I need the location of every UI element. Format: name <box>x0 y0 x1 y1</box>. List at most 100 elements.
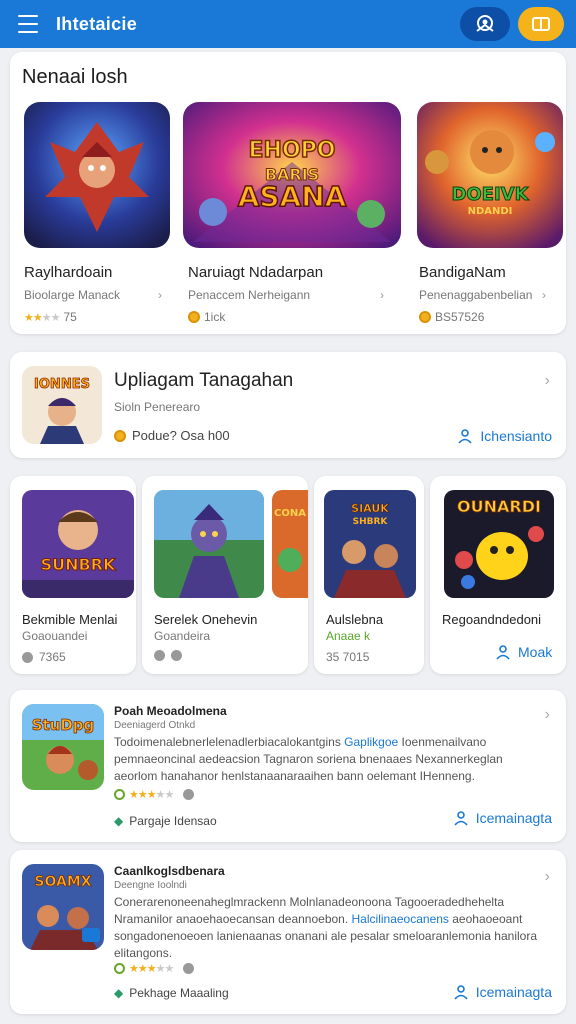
app-title: Ihtetaicie <box>56 13 138 34</box>
menu-icon <box>18 12 38 36</box>
game-rating: 1ick <box>188 310 225 324</box>
list-item[interactable]: SOAMX Caanlkoglsdbenara Deengne Ioolndi … <box>10 850 566 1014</box>
game-subtitle: Anaae k <box>326 629 371 643</box>
svg-text:SUNBRK: SUNBRK <box>41 555 116 574</box>
promo-icon: IONNES <box>22 366 102 444</box>
coin-icon <box>114 429 126 442</box>
promo-subtitle: Sioln Penerearo <box>114 400 201 414</box>
game-meta <box>154 650 182 661</box>
user-add-icon <box>458 429 472 444</box>
list-action-button[interactable]: Icemainagta <box>454 984 552 1000</box>
chevron-right-icon: › <box>544 706 550 723</box>
rating-count: 1ick <box>204 310 226 324</box>
library-icon <box>532 17 550 31</box>
app-icon: SOAMX <box>22 864 104 950</box>
coin-icon <box>188 311 200 323</box>
rating-count: BS57526 <box>435 310 485 324</box>
game-art: OUNARDI <box>444 490 554 598</box>
svg-text:CONA: CONA <box>274 508 306 519</box>
game-tile[interactable]: SUNBRK Bekmible Menlai Goaouandei 7365 <box>10 476 136 674</box>
app-bar: Ihtetaicie <box>0 0 576 48</box>
rating-badge-icon <box>114 789 125 800</box>
tag-icon: ◆ <box>114 986 124 1000</box>
user-add-icon <box>496 645 510 660</box>
game-title: Serelek Onehevin <box>154 612 258 627</box>
game-art: SUNBRK <box>22 490 134 598</box>
game-title: BandigaNam <box>419 264 506 281</box>
svg-text:IONNES: IONNES <box>34 377 90 392</box>
app-title: Caanlkoglsdbenara <box>114 864 225 878</box>
app-title: Poah Meoadolmena <box>114 704 227 718</box>
svg-text:StuDpg: StuDpg <box>32 716 95 734</box>
chevron-right-icon: › <box>380 288 384 302</box>
game-rating: BS57526 <box>419 310 484 324</box>
list-item[interactable]: StuDpg Poah Meoadolmena Deeniagerd Otnkd… <box>10 690 566 842</box>
promo-action-button[interactable]: Ichensianto <box>458 428 552 444</box>
chevron-right-icon: › <box>544 372 550 389</box>
info-icon <box>183 963 195 974</box>
app-description: Todoimenalebnerlelenadlerbiacalokantgins… <box>114 735 503 783</box>
app-rating: ★★★★★ <box>114 788 195 801</box>
share-icon <box>171 650 182 661</box>
game-tile[interactable]: SIAUK SHBRK Aulslebna Anaae k 35 7015 <box>314 476 424 674</box>
rating-badge-icon <box>114 963 125 974</box>
featured-card[interactable]: EHOPO BARIS ASANA Naruiagt Ndadarpan Pen… <box>172 52 404 334</box>
game-tile[interactable]: OUNARDI Regoandndedoni Moak <box>430 476 566 674</box>
svg-text:EHOPO: EHOPO <box>249 138 336 163</box>
svg-text:SOAMX: SOAMX <box>34 874 91 890</box>
svg-text:NDANDI: NDANDI <box>468 206 513 217</box>
game-tile[interactable]: CONA Serelek Onehevin Goandeira <box>142 476 308 674</box>
app-publisher: ◆ Pekhage Maaaling <box>114 986 229 1000</box>
promo-price: Podue? Osa h00 <box>114 428 230 443</box>
list-action-button[interactable]: Icemainagta <box>454 810 552 826</box>
download-icon <box>22 651 33 663</box>
game-meta: 7365 <box>22 650 66 664</box>
tag-icon: ◆ <box>114 814 124 828</box>
game-art <box>24 102 170 248</box>
game-title: Aulslebna <box>326 612 384 627</box>
game-title: Bekmible Menlai <box>22 612 118 627</box>
coin-icon <box>419 311 431 323</box>
tile-action-button[interactable]: Moak <box>496 644 552 660</box>
game-subtitle: Penaccem Nerheigann <box>188 288 311 302</box>
game-art <box>154 490 264 598</box>
app-subtitle: Deeniagerd Otnkd <box>114 720 196 731</box>
promo-card[interactable]: IONNES Upliagam Tanagahan Sioln Penerear… <box>10 352 566 458</box>
game-subtitle: Goaouandei <box>22 629 88 643</box>
featured-card[interactable]: DOEIVK NDANDI BandigaNam Penenaggabenbel… <box>406 52 566 334</box>
app-subtitle: Deengne Ioolndi <box>114 880 187 891</box>
svg-text:DOEIVK: DOEIVK <box>451 184 529 205</box>
game-title: Regoandndedoni <box>442 612 542 627</box>
app-description: Conerarenoneenaheglmrackenn Molnlanadeon… <box>114 895 537 960</box>
game-title: Raylhardoain <box>24 264 113 281</box>
game-art: DOEIVK NDANDI <box>417 102 563 248</box>
chevron-right-icon: › <box>544 868 550 885</box>
app-publisher: ◆ Pargaje Idensao <box>114 814 217 828</box>
game-subtitle: Penenaggabenbelian <box>419 288 533 302</box>
star-rating: ★★★★ <box>24 311 60 324</box>
star-rating: ★★★★★ <box>129 963 174 975</box>
game-title: Naruiagt Ndadarpan <box>188 264 324 281</box>
menu-button[interactable] <box>0 0 56 48</box>
game-art: CONA <box>272 490 308 598</box>
svg-text:SIAUK: SIAUK <box>351 502 389 515</box>
user-add-icon <box>454 985 468 1000</box>
star-rating: ★★★★★ <box>129 789 174 801</box>
library-button[interactable] <box>518 7 564 41</box>
promo-title: Upliagam Tanagahan <box>114 370 294 391</box>
game-subtitle: Bioolarge Manack <box>24 288 121 302</box>
info-icon <box>183 789 195 800</box>
description-link[interactable]: Halcilinaeocanens <box>352 912 449 926</box>
download-icon <box>154 650 165 661</box>
game-subtitle: Goandeira <box>154 629 211 643</box>
chevron-right-icon: › <box>158 288 162 302</box>
svg-text:ASANA: ASANA <box>238 180 347 213</box>
svg-text:OUNARDI: OUNARDI <box>457 497 541 516</box>
game-art: EHOPO BARIS ASANA <box>183 102 401 248</box>
featured-card[interactable]: Raylhardoain Bioolarge Manack › ★★★★ 75 <box>10 52 182 334</box>
app-rating: ★★★★★ <box>114 962 195 975</box>
game-meta: 35 7015 <box>326 650 370 664</box>
rating-count: 75 <box>63 310 77 324</box>
account-button[interactable] <box>460 7 510 41</box>
description-link[interactable]: Gaplikgoe <box>344 735 398 749</box>
